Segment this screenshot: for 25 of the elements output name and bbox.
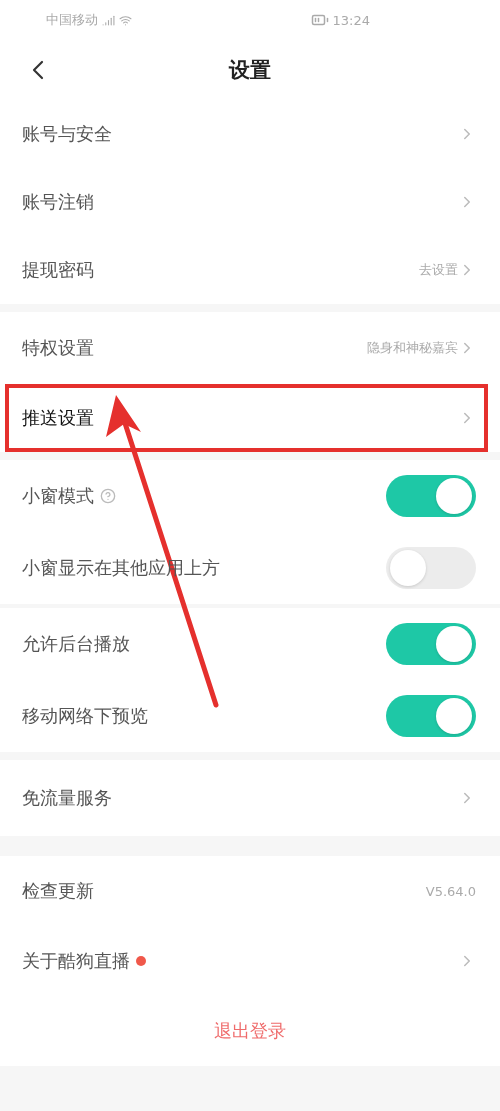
setting-value: V5.64.0 [425,883,476,899]
setting-label: 允许后台播放 [22,632,130,656]
setting-label: 特权设置 [22,336,94,360]
setting-label: 账号与安全 [22,122,112,146]
setting-label: 移动网络下预览 [22,704,148,728]
highlighted-settings-row[interactable]: 推送设置 [5,384,488,452]
wifi-icon [119,13,132,27]
setting-value: 去设置 [419,261,458,279]
toggle-switch[interactable] [386,547,476,589]
setting-value: 隐身和神秘嘉宾 [367,339,458,357]
page-title: 设置 [229,57,271,84]
setting-label: 推送设置 [22,406,94,430]
setting-label: 免流量服务 [22,786,112,810]
toggle-switch[interactable] [386,475,476,517]
setting-label: 小窗模式 [22,484,94,508]
carrier-name: 中国移动 [46,11,98,29]
setting-label: 检查更新 [22,879,94,903]
toggle-switch[interactable] [386,623,476,665]
setting-label: 账号注销 [22,190,94,214]
signal-icon [102,13,115,27]
status-time: 13:24 [332,12,370,28]
toggle-switch[interactable] [386,695,476,737]
setting-label: 关于酷狗直播 [22,949,130,973]
setting-label: 提现密码 [22,258,94,282]
help-icon[interactable] [100,488,116,504]
